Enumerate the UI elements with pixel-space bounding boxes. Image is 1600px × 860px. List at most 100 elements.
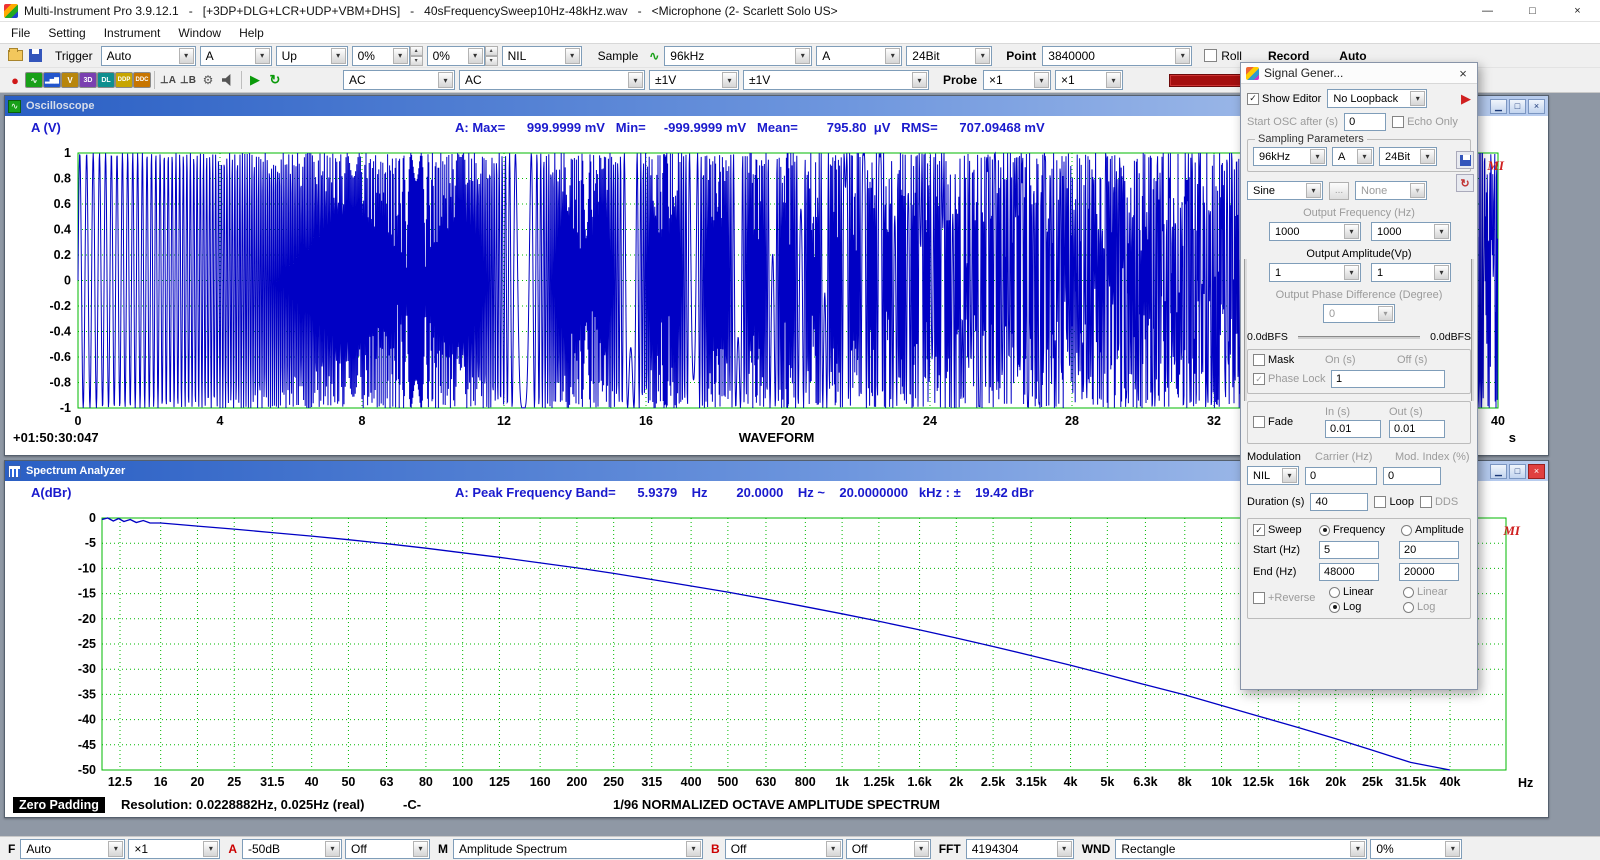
panel-close-icon[interactable]: × (1528, 99, 1545, 114)
amplitude-linear-radio[interactable]: Linear (1403, 586, 1448, 598)
spin-down-icon[interactable]: ▾ (485, 56, 498, 66)
loop-checkbox[interactable]: Loop (1374, 496, 1413, 508)
phase-lock-checkbox[interactable]: ✓Phase Lock (1253, 373, 1331, 385)
trigger-level-stepper[interactable]: ▴▾ (410, 46, 423, 66)
trigger-delay-select[interactable]: 0%▾ (427, 46, 485, 66)
trigger-mode-select[interactable]: Auto▾ (101, 46, 196, 66)
trigger-coupling-select[interactable]: NIL▾ (502, 46, 582, 66)
sweep-linear-radio[interactable]: Linear (1329, 586, 1403, 598)
sweep-checkbox[interactable]: ✓Sweep (1253, 524, 1319, 536)
run-generator-button[interactable]: ▶ (1461, 91, 1471, 107)
run-icon[interactable]: ▶ (245, 71, 265, 90)
echo-only-checkbox[interactable]: Echo Only (1392, 116, 1458, 128)
sweep-start-b-input[interactable]: 20 (1399, 541, 1459, 559)
sweep-frequency-radio[interactable]: Frequency (1319, 524, 1401, 536)
menu-file[interactable]: File (2, 24, 39, 42)
minimize-icon[interactable]: — (1465, 0, 1510, 21)
trigger-level-select[interactable]: 0%▾ (352, 46, 410, 66)
record-button[interactable]: Record (1268, 49, 1309, 63)
reverse-checkbox[interactable]: +Reverse (1253, 592, 1329, 604)
dialog-titlebar[interactable]: Signal Gener... × (1241, 63, 1477, 84)
trigger-source-select[interactable]: A▾ (200, 46, 272, 66)
point-count-select[interactable]: 3840000▾ (1042, 46, 1192, 66)
sweep-amplitude-radio[interactable]: Amplitude (1401, 524, 1464, 536)
duration-input[interactable]: 40 (1310, 493, 1368, 511)
save-file-icon[interactable] (25, 46, 45, 65)
calibration-a-icon[interactable]: ⊥A (158, 71, 178, 90)
frequency-axis-select[interactable]: Auto▾ (20, 839, 125, 859)
calibration-b-icon[interactable]: ⊥B (178, 71, 198, 90)
phase-difference-select[interactable]: 0▾ (1323, 304, 1395, 323)
sweep-log-radio[interactable]: Log (1329, 601, 1403, 613)
loopback-select[interactable]: No Loopback▾ (1327, 89, 1427, 108)
roll-checkbox[interactable]: Roll (1204, 49, 1242, 63)
data-logger-icon[interactable]: DL (97, 72, 115, 88)
sweep-start-a-input[interactable]: 5 (1319, 541, 1379, 559)
dds-checkbox[interactable]: DDS (1420, 496, 1458, 508)
ddp-viewer-icon[interactable]: DDP (115, 72, 133, 88)
sweep-end-a-input[interactable]: 48000 (1319, 563, 1379, 581)
x-multiplier-select[interactable]: ×1▾ (128, 839, 220, 859)
a-extra-select[interactable]: Off▾ (345, 839, 430, 859)
spin-down-icon[interactable]: ▾ (410, 56, 423, 66)
settings-wrench-icon[interactable]: ⚙ (198, 71, 218, 90)
b-range-select[interactable]: Off▾ (725, 839, 843, 859)
dbfs-slider[interactable] (1298, 336, 1420, 339)
auto-scale-button[interactable]: Auto (1339, 49, 1366, 63)
mask-checkbox[interactable]: Mask (1253, 354, 1325, 366)
coupling-b-select[interactable]: AC▾ (459, 70, 645, 90)
mask-waveform-select[interactable]: None▾ (1355, 181, 1427, 200)
phase-lock-input[interactable]: 1 (1331, 370, 1445, 388)
gen-channel-select[interactable]: A▾ (1332, 147, 1374, 166)
frequency-a-select[interactable]: 1000▾ (1269, 222, 1361, 241)
range-a-select[interactable]: ±1V▾ (649, 70, 739, 90)
panel-restore-icon[interactable]: □ (1509, 464, 1526, 479)
fft-size-select[interactable]: 4194304▾ (966, 839, 1074, 859)
gen-bits-select[interactable]: 24Bit▾ (1379, 147, 1437, 166)
menu-instrument[interactable]: Instrument (95, 24, 170, 42)
maximize-icon[interactable]: □ (1510, 0, 1555, 21)
panel-minimize-icon[interactable]: ▁ (1490, 99, 1507, 114)
probe-b-select[interactable]: ×1▾ (1055, 70, 1123, 90)
show-editor-checkbox[interactable]: ✓Show Editor (1247, 93, 1321, 105)
coupling-a-select[interactable]: AC▾ (343, 70, 455, 90)
window-function-select[interactable]: Rectangle▾ (1115, 839, 1367, 859)
amplitude-log-radio[interactable]: Log (1403, 601, 1448, 613)
gen-sample-rate-select[interactable]: 96kHz▾ (1253, 147, 1327, 166)
fade-checkbox[interactable]: Fade (1253, 416, 1317, 428)
trigger-delay-stepper[interactable]: ▴▾ (485, 46, 498, 66)
amplitude-a-select[interactable]: 1▾ (1269, 263, 1361, 282)
panel-minimize-icon[interactable]: ▁ (1490, 464, 1507, 479)
frequency-b-select[interactable]: 1000▾ (1371, 222, 1451, 241)
b-extra-select[interactable]: Off▾ (846, 839, 931, 859)
fade-in-input[interactable]: 0.01 (1325, 420, 1381, 438)
fade-out-input[interactable]: 0.01 (1389, 420, 1445, 438)
spectrum-3d-plot-icon[interactable]: 3D (79, 72, 97, 88)
modulation-type-select[interactable]: NIL▾ (1247, 466, 1299, 485)
spin-up-icon[interactable]: ▴ (485, 46, 498, 56)
oscilloscope-icon[interactable]: ∿ (25, 72, 43, 88)
sweep-end-b-input[interactable]: 20000 (1399, 563, 1459, 581)
open-file-icon[interactable] (5, 46, 25, 65)
panel-close-icon[interactable]: × (1528, 464, 1545, 479)
frequency-slider-right[interactable] (1471, 259, 1474, 401)
spectrum-analyzer-icon[interactable]: ▂▅▇ (43, 72, 61, 88)
spin-up-icon[interactable]: ▴ (410, 46, 423, 56)
menu-setting[interactable]: Setting (39, 24, 94, 42)
close-icon[interactable]: × (1555, 0, 1600, 21)
multimeter-icon[interactable]: V (61, 72, 79, 88)
measurement-mode-select[interactable]: Amplitude Spectrum▾ (453, 839, 703, 859)
menu-help[interactable]: Help (230, 24, 273, 42)
a-range-select[interactable]: -50dB▾ (242, 839, 342, 859)
mod-index-input[interactable]: 0 (1383, 467, 1441, 485)
range-b-select[interactable]: ±1V▾ (743, 70, 929, 90)
start-osc-input[interactable]: 0 (1344, 113, 1386, 131)
panel-restore-icon[interactable]: □ (1509, 99, 1526, 114)
sample-rate-select[interactable]: 96kHz▾ (664, 46, 812, 66)
dialog-close-icon[interactable]: × (1454, 66, 1472, 81)
amplitude-b-select[interactable]: 1▾ (1371, 263, 1451, 282)
probe-a-select[interactable]: ×1▾ (983, 70, 1051, 90)
save-signal-icon[interactable] (1456, 151, 1474, 169)
derived-ddp-icon[interactable]: DDC (133, 72, 151, 88)
trigger-edge-select[interactable]: Up▾ (276, 46, 348, 66)
